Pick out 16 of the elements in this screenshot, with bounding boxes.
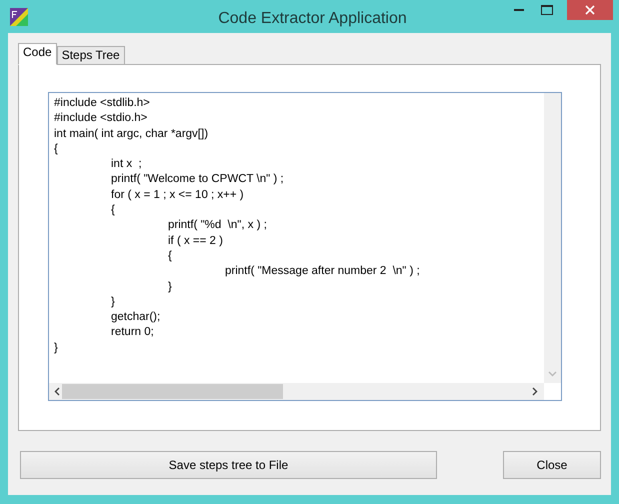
app-icon — [10, 8, 28, 26]
window-title: Code Extractor Application — [217, 9, 408, 29]
horizontal-scrollbar[interactable] — [49, 383, 544, 400]
maximize-icon[interactable] — [541, 5, 553, 15]
tab[interactable]: Steps Tree — [56, 46, 125, 65]
save-button[interactable]: Save steps tree to File — [20, 451, 437, 479]
scroll-right-icon[interactable] — [532, 387, 538, 396]
scroll-down-icon[interactable] — [548, 371, 557, 377]
scroll-thumb[interactable] — [62, 384, 283, 399]
close-button[interactable]: Close — [503, 451, 601, 479]
vertical-scrollbar[interactable] — [544, 93, 561, 383]
code-text: #include <stdlib.h> #include <stdio.h> int main( int argc, char *argv[]) { int x ; printf( "Welcome to CPWCT \n" ) ; for ( x = 1 ; x <= 10 ; x++ ) { printf( "%d \n", x ) ; if ( x == 2 ) { printf( "Message after number 2 \n" ) ; } } getchar(); return 0; } — [53, 96, 421, 356]
tab[interactable]: Code — [18, 43, 57, 65]
close-icon — [585, 5, 595, 15]
scroll-left-icon[interactable] — [54, 387, 60, 396]
window-close-button[interactable] — [567, 0, 613, 20]
